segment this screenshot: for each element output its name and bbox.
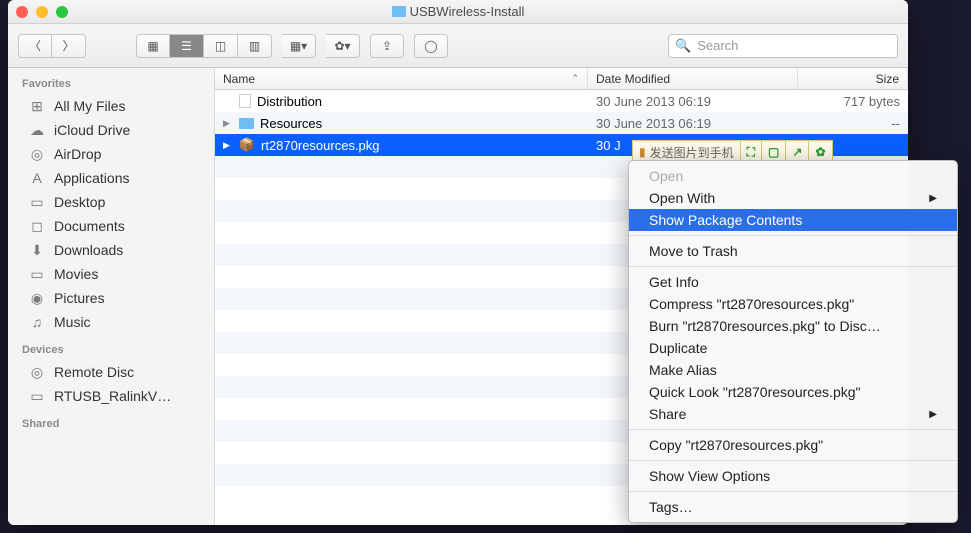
title-text: USBWireless-Install bbox=[410, 4, 525, 19]
sidebar-item-icloud[interactable]: ☁iCloud Drive bbox=[8, 118, 214, 142]
expand-icon: ⛶ bbox=[747, 145, 755, 160]
cloud-icon: ☁ bbox=[28, 122, 46, 138]
column-name[interactable]: Name⌃ bbox=[215, 68, 588, 89]
music-icon: ♫ bbox=[28, 314, 46, 330]
ctx-open[interactable]: Open bbox=[629, 165, 957, 187]
ctx-duplicate[interactable]: Duplicate bbox=[629, 337, 957, 359]
minimize-button[interactable] bbox=[36, 6, 48, 18]
ctx-separator bbox=[629, 460, 957, 461]
ctx-copy[interactable]: Copy "rt2870resources.pkg" bbox=[629, 434, 957, 456]
arrange-button[interactable]: ▦▾ bbox=[282, 34, 316, 58]
search-field[interactable]: 🔍 Search bbox=[668, 34, 898, 58]
action-button[interactable]: ✿▾ bbox=[326, 34, 360, 58]
airdrop-icon: ◎ bbox=[28, 146, 46, 162]
share-icon: ↗ bbox=[792, 145, 802, 159]
ctx-make-alias[interactable]: Make Alias bbox=[629, 359, 957, 381]
folder-icon bbox=[392, 6, 406, 17]
package-icon: 📦 bbox=[239, 137, 255, 153]
sidebar: Favorites ⊞All My Files ☁iCloud Drive ◎A… bbox=[8, 68, 215, 525]
ctx-separator bbox=[629, 235, 957, 236]
sidebar-item-remote-disc[interactable]: ◎Remote Disc bbox=[8, 360, 214, 384]
sidebar-item-rtusb[interactable]: ▭RTUSB_RalinkV… bbox=[8, 384, 214, 408]
file-row[interactable]: Distribution 30 June 2013 06:19 717 byte… bbox=[215, 90, 908, 112]
sidebar-item-documents[interactable]: ◻Documents bbox=[8, 214, 214, 238]
titlebar: USBWireless-Install bbox=[8, 0, 908, 24]
ctx-separator bbox=[629, 429, 957, 430]
ctx-separator bbox=[629, 491, 957, 492]
grid-icon: ⊞ bbox=[28, 98, 46, 114]
toolbar: 〈 〉 ▦ ☰ ◫ ▥ ▦▾ ✿▾ ⇪ ◯ 🔍 Search bbox=[8, 24, 908, 68]
disclosure-icon[interactable]: ▶ bbox=[223, 118, 233, 129]
ctx-share[interactable]: Share▶ bbox=[629, 403, 957, 425]
gear-icon: ✿ bbox=[815, 145, 825, 159]
ctx-open-with[interactable]: Open With▶ bbox=[629, 187, 957, 209]
ctx-move-to-trash[interactable]: Move to Trash bbox=[629, 240, 957, 262]
sidebar-item-movies[interactable]: ▭Movies bbox=[8, 262, 214, 286]
drive-icon: ▭ bbox=[28, 388, 46, 404]
sidebar-item-music[interactable]: ♫Music bbox=[8, 310, 214, 334]
column-size[interactable]: Size bbox=[798, 68, 908, 89]
action-group: ✿▾ bbox=[326, 34, 360, 58]
submenu-arrow-icon: ▶ bbox=[929, 193, 937, 204]
submenu-arrow-icon: ▶ bbox=[929, 409, 937, 420]
sidebar-section-devices: Devices bbox=[8, 340, 214, 360]
ctx-compress[interactable]: Compress "rt2870resources.pkg" bbox=[629, 293, 957, 315]
sidebar-item-airdrop[interactable]: ◎AirDrop bbox=[8, 142, 214, 166]
column-view-button[interactable]: ◫ bbox=[204, 34, 238, 58]
file-row[interactable]: ▶Resources 30 June 2013 06:19 -- bbox=[215, 112, 908, 134]
phone-icon: ▮ bbox=[639, 145, 646, 159]
folder-icon bbox=[239, 118, 254, 129]
back-button[interactable]: 〈 bbox=[18, 34, 52, 58]
close-button[interactable] bbox=[16, 6, 28, 18]
applications-icon: A bbox=[28, 170, 46, 186]
ctx-show-view-options[interactable]: Show View Options bbox=[629, 465, 957, 487]
view-mode-group: ▦ ☰ ◫ ▥ bbox=[136, 34, 272, 58]
zoom-button[interactable] bbox=[56, 6, 68, 18]
coverflow-view-button[interactable]: ▥ bbox=[238, 34, 272, 58]
icon-view-button[interactable]: ▦ bbox=[136, 34, 170, 58]
disclosure-icon[interactable]: ▶ bbox=[223, 140, 233, 151]
sidebar-item-applications[interactable]: AApplications bbox=[8, 166, 214, 190]
sidebar-item-all-my-files[interactable]: ⊞All My Files bbox=[8, 94, 214, 118]
sidebar-item-downloads[interactable]: ⬇Downloads bbox=[8, 238, 214, 262]
context-menu: Open Open With▶ Show Package Contents Mo… bbox=[628, 160, 958, 523]
tags-button[interactable]: ◯ bbox=[414, 34, 448, 58]
sort-indicator-icon: ⌃ bbox=[571, 73, 579, 84]
sidebar-item-pictures[interactable]: ◉Pictures bbox=[8, 286, 214, 310]
ctx-burn[interactable]: Burn "rt2870resources.pkg" to Disc… bbox=[629, 315, 957, 337]
documents-icon: ◻ bbox=[28, 218, 46, 234]
sidebar-section-favorites: Favorites bbox=[8, 74, 214, 94]
ctx-get-info[interactable]: Get Info bbox=[629, 271, 957, 293]
arrange-group: ▦▾ bbox=[282, 34, 316, 58]
ctx-show-package-contents[interactable]: Show Package Contents bbox=[629, 209, 957, 231]
column-date[interactable]: Date Modified bbox=[588, 68, 798, 89]
disc-icon: ◎ bbox=[28, 364, 46, 380]
downloads-icon: ⬇ bbox=[28, 242, 46, 258]
search-icon: 🔍 bbox=[675, 38, 691, 54]
pictures-icon: ◉ bbox=[28, 290, 46, 306]
ctx-quick-look[interactable]: Quick Look "rt2870resources.pkg" bbox=[629, 381, 957, 403]
sidebar-section-shared: Shared bbox=[8, 414, 214, 434]
save-icon: ▢ bbox=[768, 145, 779, 159]
search-placeholder: Search bbox=[697, 38, 738, 53]
share-button[interactable]: ⇪ bbox=[370, 34, 404, 58]
document-icon bbox=[239, 94, 251, 108]
list-header: Name⌃ Date Modified Size bbox=[215, 68, 908, 90]
movies-icon: ▭ bbox=[28, 266, 46, 282]
ctx-separator bbox=[629, 266, 957, 267]
desktop-icon: ▭ bbox=[28, 194, 46, 210]
list-view-button[interactable]: ☰ bbox=[170, 34, 204, 58]
forward-button[interactable]: 〉 bbox=[52, 34, 86, 58]
traffic-lights bbox=[16, 6, 68, 18]
sidebar-item-desktop[interactable]: ▭Desktop bbox=[8, 190, 214, 214]
window-title: USBWireless-Install bbox=[8, 4, 908, 19]
nav-buttons: 〈 〉 bbox=[18, 34, 86, 58]
ctx-tags[interactable]: Tags… bbox=[629, 496, 957, 518]
